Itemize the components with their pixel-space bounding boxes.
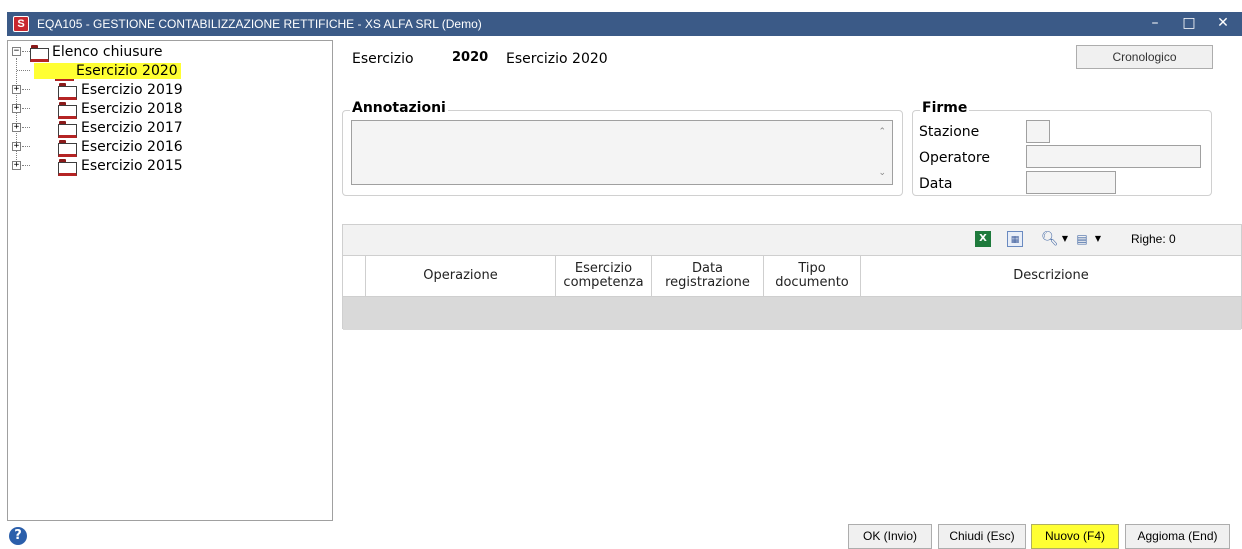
- minimize-icon[interactable]: –: [1138, 12, 1172, 36]
- folder-icon: [58, 140, 77, 157]
- firme-title: Firme: [920, 100, 970, 116]
- filter-icon[interactable]: ▤: [1074, 231, 1090, 247]
- column-label: Operazione: [423, 268, 498, 283]
- search-dropdown-icon[interactable]: ▼: [1057, 231, 1073, 247]
- folder-icon: [58, 121, 77, 138]
- column-tipo-documento[interactable]: Tipo documento: [764, 256, 861, 296]
- folder-icon: [30, 45, 49, 62]
- tree-item-esercizio-2018[interactable]: + Esercizio 2018: [8, 100, 328, 119]
- column-label: Esercizio: [574, 261, 633, 276]
- app-icon: S: [13, 16, 29, 32]
- row-selector-header: [343, 256, 366, 296]
- folder-icon: [58, 102, 77, 119]
- righe-count: Righe: 0: [1131, 232, 1176, 246]
- cronologico-button[interactable]: Cronologico: [1076, 45, 1213, 69]
- tree-item-label: Esercizio 2018: [81, 101, 183, 117]
- grid-layout-icon[interactable]: ▦: [1007, 231, 1023, 247]
- tree-item-label: Esercizio 2017: [81, 120, 183, 136]
- maximize-icon[interactable]: □: [1172, 12, 1206, 36]
- column-label: documento: [775, 275, 849, 290]
- operatore-label: Operatore: [919, 150, 990, 166]
- window-title: EQA105 - GESTIONE CONTABILIZZAZIONE RETT…: [37, 17, 482, 31]
- column-label: Data: [691, 261, 724, 276]
- column-label: Descrizione: [1013, 268, 1089, 283]
- operatore-field: [1026, 145, 1201, 168]
- tree-item-esercizio-2019[interactable]: + Esercizio 2019: [8, 81, 328, 100]
- data-label: Data: [919, 176, 953, 192]
- grid-toolbar: X ▦ 🔍︎ ▼ ▤ ▼ Righe: 0: [343, 225, 1241, 256]
- tree-item-label: Esercizio 2016: [81, 139, 183, 155]
- tree-item-esercizio-2020[interactable]: Esercizio 2020: [8, 62, 328, 81]
- data-field: [1026, 171, 1116, 194]
- tree-item-label: Esercizio 2020: [34, 63, 181, 79]
- help-icon[interactable]: ?: [9, 527, 27, 545]
- nuovo-button[interactable]: Nuovo (F4): [1031, 524, 1119, 549]
- tree-root-label: Elenco chiusure: [52, 44, 163, 60]
- esercizio-label: Esercizio: [352, 51, 414, 67]
- folder-icon: [58, 83, 77, 100]
- scroll-down-icon[interactable]: ⌄: [878, 168, 886, 178]
- stazione-field: [1026, 120, 1050, 143]
- expand-icon[interactable]: +: [12, 85, 21, 94]
- column-data-registrazione[interactable]: Data registrazione: [652, 256, 764, 296]
- annotazioni-textarea[interactable]: ⌃ ⌄: [351, 120, 893, 185]
- close-icon[interactable]: ✕: [1206, 12, 1240, 36]
- column-label: registrazione: [665, 275, 750, 290]
- tree-panel[interactable]: − Elenco chiusure Esercizio 2020 + Eserc…: [7, 40, 333, 521]
- expand-icon[interactable]: +: [12, 123, 21, 132]
- expand-icon[interactable]: +: [12, 161, 21, 170]
- column-descrizione[interactable]: Descrizione: [861, 256, 1241, 296]
- filter-dropdown-icon[interactable]: ▼: [1090, 231, 1106, 247]
- expand-icon[interactable]: +: [12, 104, 21, 113]
- column-operazione[interactable]: Operazione: [366, 256, 556, 296]
- grid-header: Operazione Esercizio competenza Data reg…: [343, 256, 1241, 297]
- grid-empty-area: [343, 297, 1241, 330]
- scroll-up-icon[interactable]: ⌃: [878, 127, 886, 137]
- tree-item-esercizio-2016[interactable]: + Esercizio 2016: [8, 138, 328, 157]
- column-label: competenza: [563, 275, 644, 290]
- tree-root[interactable]: − Elenco chiusure: [8, 43, 328, 62]
- expand-icon[interactable]: +: [12, 142, 21, 151]
- window-titlebar: S EQA105 - GESTIONE CONTABILIZZAZIONE RE…: [7, 12, 1242, 36]
- collapse-icon[interactable]: −: [12, 47, 21, 56]
- aggiorna-button[interactable]: Aggioma (End): [1125, 524, 1230, 549]
- column-esercizio-competenza[interactable]: Esercizio competenza: [556, 256, 652, 296]
- column-label: Tipo: [798, 261, 826, 276]
- tree-item-esercizio-2017[interactable]: + Esercizio 2017: [8, 119, 328, 138]
- annotazioni-title: Annotazioni: [350, 100, 448, 116]
- tree-item-label: Esercizio 2019: [81, 82, 183, 98]
- excel-export-icon[interactable]: X: [975, 231, 991, 247]
- stazione-label: Stazione: [919, 124, 980, 140]
- tree-item-esercizio-2015[interactable]: + Esercizio 2015: [8, 157, 328, 176]
- esercizio-description: Esercizio 2020: [506, 51, 608, 67]
- folder-icon: [58, 159, 77, 176]
- ok-button[interactable]: OK (Invio): [848, 524, 932, 549]
- esercizio-value: 2020: [452, 50, 489, 65]
- rettifiche-grid[interactable]: X ▦ 🔍︎ ▼ ▤ ▼ Righe: 0 Operazione Eserciz…: [342, 224, 1242, 330]
- tree-item-label: Esercizio 2015: [81, 158, 183, 174]
- search-icon[interactable]: 🔍︎: [1041, 231, 1059, 247]
- chiudi-button[interactable]: Chiudi (Esc): [938, 524, 1026, 549]
